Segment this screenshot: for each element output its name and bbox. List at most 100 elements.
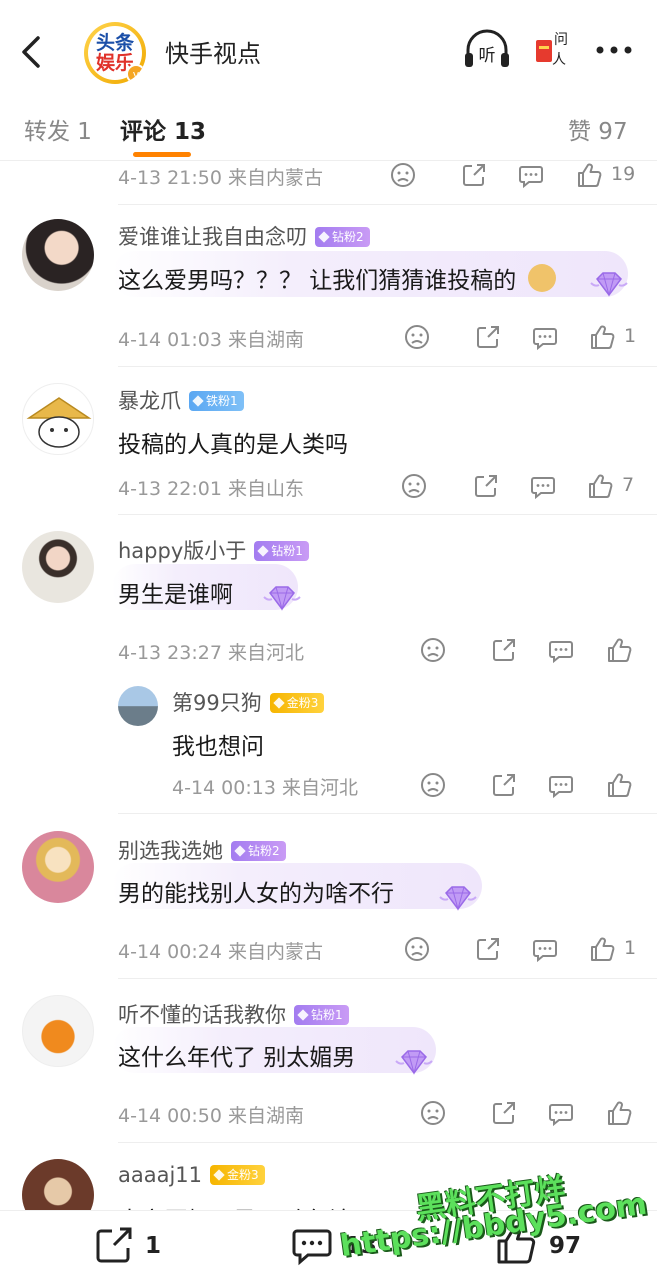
username-text[interactable]: happy版小于 bbox=[118, 539, 246, 563]
dislike-icon[interactable] bbox=[400, 472, 428, 500]
avatar[interactable] bbox=[118, 686, 158, 726]
badge-label: 铁粉1 bbox=[206, 394, 238, 408]
comment-username[interactable]: 听不懂的话我教你 钻粉1 bbox=[118, 999, 349, 1029]
divider bbox=[118, 204, 657, 205]
fan-badge: 钻粉2 bbox=[231, 841, 286, 861]
comment-time-location: 4-14 01:03 来自湖南 bbox=[118, 329, 304, 351]
like-count: 1 bbox=[624, 325, 637, 347]
share-icon[interactable] bbox=[474, 323, 502, 351]
ask-person-icon[interactable]: 问 人 bbox=[532, 28, 576, 72]
fan-badge: 钻粉2 bbox=[315, 227, 370, 247]
avatar[interactable] bbox=[22, 383, 94, 455]
badge-label: 金粉3 bbox=[286, 696, 319, 710]
more-icon[interactable] bbox=[594, 28, 634, 72]
comment-time-location: 4-13 21:50 来自内蒙古 bbox=[118, 167, 323, 189]
comment-username[interactable]: 别选我选她 钻粉2 bbox=[118, 835, 286, 865]
comment-username[interactable]: 爱谁谁让我自由念叨 钻粉2 bbox=[118, 221, 370, 251]
back-icon[interactable] bbox=[14, 30, 48, 74]
comment-username[interactable]: happy版小于 钻粉1 bbox=[118, 535, 309, 565]
avatar[interactable] bbox=[22, 219, 94, 291]
comment-icon[interactable] bbox=[531, 323, 559, 351]
divider bbox=[118, 813, 657, 814]
tab-likes[interactable]: 赞 97 bbox=[568, 112, 628, 146]
comment-icon[interactable] bbox=[547, 636, 575, 664]
username-text[interactable]: 听不懂的话我教你 bbox=[118, 1003, 286, 1027]
like-count: 19 bbox=[611, 163, 636, 185]
comment-icon[interactable] bbox=[531, 935, 559, 963]
like-icon[interactable] bbox=[605, 636, 633, 664]
like-count: 7 bbox=[622, 474, 635, 496]
comment-icon[interactable] bbox=[529, 472, 557, 500]
comment-meta: 4-14 00:24 来自内蒙古 1 bbox=[0, 935, 657, 965]
comment-icon[interactable] bbox=[547, 771, 575, 799]
dislike-icon[interactable] bbox=[419, 1099, 447, 1127]
comment-time-location: 4-14 00:50 来自湖南 bbox=[118, 1105, 304, 1127]
share-icon[interactable] bbox=[472, 472, 500, 500]
share-icon[interactable] bbox=[490, 1099, 518, 1127]
comment-meta: 4-13 23:27 来自河北 bbox=[0, 636, 657, 666]
divider bbox=[118, 1142, 657, 1143]
divider bbox=[118, 366, 657, 367]
like-icon[interactable] bbox=[575, 161, 603, 189]
like-icon[interactable] bbox=[588, 323, 616, 351]
share-icon[interactable] bbox=[490, 636, 518, 664]
dislike-icon[interactable] bbox=[419, 771, 447, 799]
comment-list: 4-13 21:50 来自内蒙古 19 爱谁谁让我自由念叨 钻粉2 这么爱男吗？？… bbox=[0, 161, 657, 1210]
reply-meta: 4-14 00:13 来自河北 bbox=[0, 771, 657, 801]
svg-text:问: 问 bbox=[554, 32, 568, 48]
comment-time-location: 4-13 22:01 来自山东 bbox=[118, 478, 304, 500]
username-text[interactable]: 暴龙爪 bbox=[118, 389, 181, 413]
username-text[interactable]: aaaaj11 bbox=[118, 1163, 202, 1187]
tab-bar: 转发 1 评论 13 赞 97 bbox=[0, 95, 657, 161]
page-title[interactable]: 快手视点 bbox=[165, 34, 261, 69]
dislike-icon[interactable] bbox=[389, 161, 417, 189]
fan-badge: 金粉3 bbox=[210, 1165, 265, 1185]
username-text[interactable]: 别选我选她 bbox=[118, 839, 223, 863]
diamond-badge-icon bbox=[438, 883, 478, 915]
comment-username[interactable]: aaaaj11 金粉3 bbox=[118, 1163, 265, 1187]
tab-repost[interactable]: 转发 1 bbox=[24, 112, 92, 146]
comment-time-location: 4-14 00:24 来自内蒙古 bbox=[118, 941, 323, 963]
badge-label: 钻粉2 bbox=[248, 844, 280, 858]
comment-icon[interactable] bbox=[547, 1099, 575, 1127]
repost-icon[interactable] bbox=[92, 1223, 136, 1267]
username-text[interactable]: 爱谁谁让我自由念叨 bbox=[118, 225, 307, 249]
comment-meta: 4-13 21:50 来自内蒙古 19 bbox=[0, 161, 657, 191]
comment-icon[interactable] bbox=[290, 1223, 334, 1267]
account-avatar[interactable]: 头条 娱乐 v bbox=[84, 22, 146, 84]
share-icon[interactable] bbox=[460, 161, 488, 189]
dislike-icon[interactable] bbox=[403, 323, 431, 351]
top-bar: 头条 娱乐 v 快手视点 听 问 人 bbox=[0, 0, 657, 95]
diamond-badge-icon bbox=[262, 583, 302, 615]
comment-username[interactable]: 暴龙爪 铁粉1 bbox=[118, 385, 244, 415]
like-icon[interactable] bbox=[605, 771, 633, 799]
username-text[interactable]: 第99只狗 bbox=[172, 691, 262, 715]
avatar[interactable] bbox=[22, 831, 94, 903]
comment-icon[interactable] bbox=[517, 161, 545, 189]
share-icon[interactable] bbox=[474, 935, 502, 963]
reply-username[interactable]: 第99只狗 金粉3 bbox=[172, 687, 325, 717]
avatar[interactable] bbox=[22, 995, 94, 1067]
comment-text: 男生是谁啊 bbox=[118, 582, 233, 608]
active-tab-indicator bbox=[133, 152, 191, 157]
tab-comments[interactable]: 评论 13 bbox=[120, 112, 206, 146]
share-icon[interactable] bbox=[490, 771, 518, 799]
dislike-icon[interactable] bbox=[419, 636, 447, 664]
like-icon[interactable] bbox=[586, 472, 614, 500]
comment-text-content: 这么爱男吗？？？ 让我们猜猜谁投稿的 bbox=[118, 268, 517, 294]
comment-meta: 4-14 00:50 来自湖南 bbox=[0, 1099, 657, 1129]
like-icon[interactable] bbox=[588, 935, 616, 963]
divider bbox=[118, 514, 657, 515]
avatar[interactable] bbox=[22, 1159, 94, 1210]
avatar[interactable] bbox=[22, 531, 94, 603]
comment-text: 男的能找别人女的为啥不行 bbox=[118, 881, 394, 907]
divider bbox=[118, 978, 657, 979]
like-icon[interactable] bbox=[605, 1099, 633, 1127]
badge-label: 金粉3 bbox=[227, 1168, 259, 1182]
like-icon[interactable] bbox=[494, 1223, 538, 1267]
listen-icon[interactable]: 听 bbox=[462, 28, 512, 72]
badge-label: 钻粉1 bbox=[271, 544, 303, 558]
svg-text:人: 人 bbox=[552, 52, 566, 68]
dislike-icon[interactable] bbox=[403, 935, 431, 963]
bottom-action-bar: 1 13 97 bbox=[0, 1210, 657, 1280]
